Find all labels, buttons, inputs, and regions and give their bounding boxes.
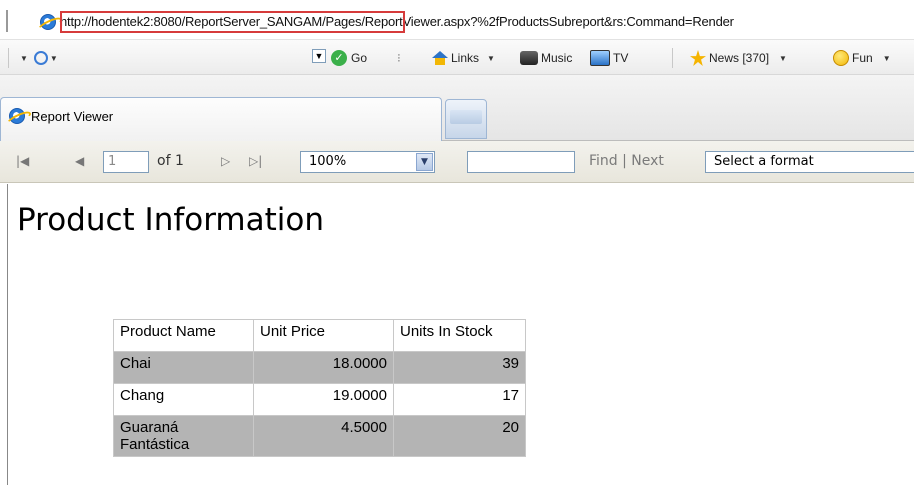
units-in-stock-cell: 17 (393, 383, 526, 416)
tab-label: Report Viewer (31, 109, 114, 124)
report-toolbar: |◀ ◀ 1 of 1 ▷ ▷| 100% ▼ Find | Next Sele… (0, 141, 914, 183)
chevron-down-icon: ▼ (487, 53, 495, 63)
product-name-cell: Guaraná Fantástica (113, 415, 254, 457)
zoom-select[interactable]: 100% ▼ (300, 151, 435, 173)
news-label: News [370] (709, 51, 770, 65)
tab-strip: Report Viewer (0, 75, 914, 141)
unit-price-cell: 18.0000 (253, 351, 394, 384)
go-label: Go (351, 51, 368, 65)
chevron-down-icon[interactable]: ▼ (416, 153, 433, 171)
units-in-stock-cell: 20 (393, 415, 526, 457)
home-icon (432, 51, 448, 65)
fun-link[interactable]: Fun ▼ (833, 49, 891, 67)
toolbar-separator (672, 48, 673, 68)
product-name-cell: Chai (113, 351, 254, 384)
toolbar-separator (8, 48, 9, 68)
url-highlight-box (60, 11, 405, 33)
news-link[interactable]: News [370] ▼ (690, 49, 787, 67)
unit-price-cell: 19.0000 (253, 383, 394, 416)
ie-tab-icon (9, 108, 25, 124)
links-toolbar: ▼ ▼ ▼ ✓ Go ⁝ Links ▼ Music TV News [370]… (0, 40, 914, 75)
go-button[interactable]: ✓ Go (331, 49, 367, 67)
chevron-down-icon: ▼ (882, 53, 891, 63)
search-dropdown[interactable]: ▼ ▼ (18, 49, 58, 67)
find-input[interactable] (467, 151, 575, 173)
units-in-stock-cell: 39 (393, 351, 526, 384)
links-label: Links (451, 51, 480, 65)
address-dropdown-button[interactable]: ▼ (312, 49, 326, 63)
toolbar-separator (6, 10, 8, 32)
next-page-icon[interactable]: ▷ (221, 153, 230, 169)
find-next-links[interactable]: Find | Next (589, 153, 664, 169)
ie-page-icon (40, 14, 56, 30)
tv-icon (590, 50, 610, 66)
product-name-cell: Chang (113, 383, 254, 416)
fun-label: Fun (852, 51, 873, 65)
table-row: Guaraná Fantástica 4.5000 20 (113, 415, 526, 457)
format-value: Select a format (714, 154, 814, 169)
table-header-row: Product Name Unit Price Units In Stock (113, 319, 526, 352)
product-table: Product Name Unit Price Units In Stock C… (113, 319, 526, 457)
music-link[interactable]: Music (520, 49, 572, 67)
export-format-select[interactable]: Select a format (705, 151, 914, 173)
page-count-label: of 1 (157, 153, 184, 169)
tv-link[interactable]: TV (590, 49, 628, 67)
column-header: Product Name (113, 319, 254, 352)
last-page-icon[interactable]: ▷| (249, 153, 262, 169)
chevron-down-icon: ▼ (49, 53, 58, 63)
first-page-icon[interactable]: |◀ (16, 153, 29, 169)
search-icon (33, 51, 48, 65)
toolbar-grip-icon: ⁝ (397, 51, 401, 65)
page-number-input[interactable]: 1 (103, 151, 149, 173)
report-body: Product Information Product Name Unit Pr… (0, 184, 914, 485)
column-header: Unit Price (253, 319, 394, 352)
tv-label: TV (613, 51, 629, 65)
news-star-icon (690, 50, 706, 66)
tab-report-viewer[interactable]: Report Viewer (0, 97, 442, 141)
music-label: Music (541, 51, 573, 65)
new-tab-button[interactable] (445, 99, 487, 139)
smiley-icon (833, 50, 849, 66)
column-header: Units In Stock (393, 319, 526, 352)
zoom-value: 100% (309, 154, 347, 169)
chevron-down-icon: ▼ (779, 53, 787, 63)
table-row: Chang 19.0000 17 (113, 383, 526, 416)
unit-price-cell: 4.5000 (253, 415, 394, 457)
page-border (7, 184, 8, 485)
address-bar: http://hodentek2:8080/ReportServer_SANGA… (0, 0, 914, 40)
previous-page-icon[interactable]: ◀ (75, 153, 84, 169)
report-title: Product Information (17, 202, 325, 238)
table-row: Chai 18.0000 39 (113, 351, 526, 384)
music-icon (520, 51, 538, 65)
chevron-down-icon: ▼ (20, 53, 28, 63)
go-arrow-icon: ✓ (331, 50, 347, 66)
links-button[interactable]: Links ▼ (432, 49, 495, 67)
